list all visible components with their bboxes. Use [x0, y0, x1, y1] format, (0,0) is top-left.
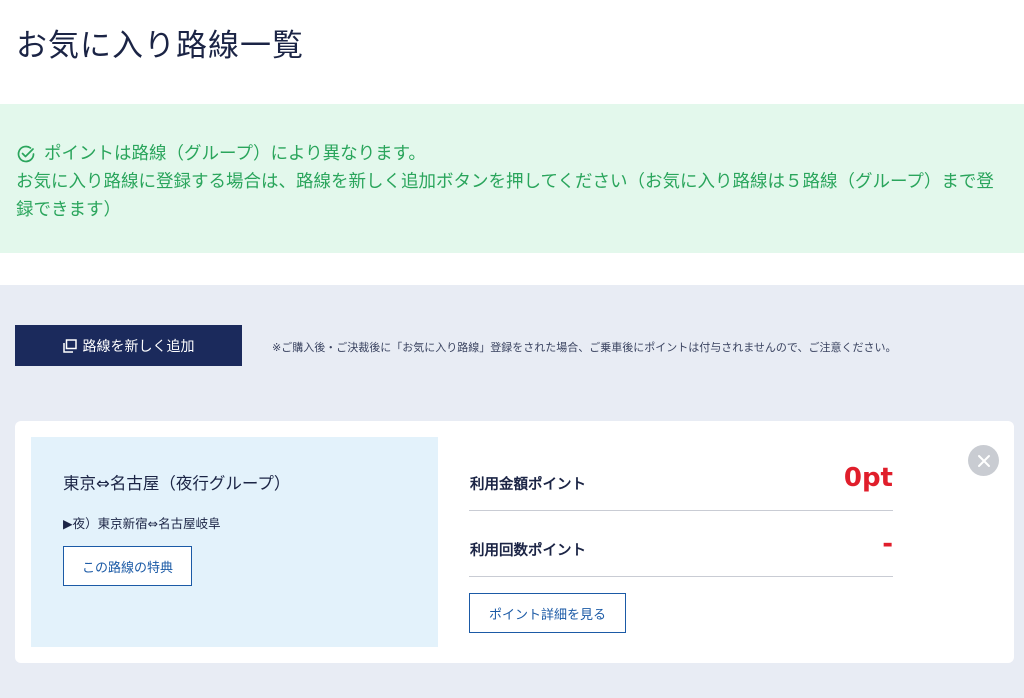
count-point-value: - — [882, 529, 893, 559]
route-detail: ▶夜）東京新宿⇔名古屋岐阜 — [63, 516, 221, 531]
notice-line-1: ポイントは路線（グループ）により異なります。 — [16, 140, 1008, 168]
amount-point-value: 0pt — [843, 463, 893, 493]
route-panel: 東京⇔名古屋（夜行グループ） ▶夜）東京新宿⇔名古屋岐阜 この路線の特典 — [31, 437, 438, 647]
favorites-area: 路線を新しく追加 ※ご購入後・ご決裁後に「お気に入り路線」登録をされた場合、ご乗… — [0, 285, 1024, 698]
count-point-label: 利用回数ポイント — [470, 543, 586, 559]
route-benefit-button[interactable]: この路線の特典 — [63, 546, 192, 586]
add-route-label: 路線を新しく追加 — [82, 338, 195, 355]
notice-text-1: ポイントは路線（グループ）により異なります。 — [44, 144, 426, 164]
favorite-route-card: 東京⇔名古屋（夜行グループ） ▶夜）東京新宿⇔名古屋岐阜 この路線の特典 利用金… — [15, 421, 1014, 663]
caution-text: ※ご購入後・ご決裁後に「お気に入り路線」登録をされた場合、ご乗車後にポイントは付… — [272, 341, 897, 354]
point-detail-button[interactable]: ポイント詳細を見る — [469, 593, 626, 633]
add-window-icon — [62, 338, 77, 353]
page-title: お気に入り路線一覧 — [16, 28, 304, 64]
route-name: 東京⇔名古屋（夜行グループ） — [63, 474, 291, 493]
notice-banner: ポイントは路線（グループ）により異なります。 お気に入り路線に登録する場合は、路… — [0, 104, 1024, 253]
check-circle-icon — [17, 145, 35, 163]
count-point-row: 利用回数ポイント - — [469, 511, 893, 577]
remove-route-button[interactable] — [968, 445, 999, 476]
close-icon — [977, 454, 990, 467]
amount-point-row: 利用金額ポイント 0pt — [469, 445, 893, 511]
add-route-button[interactable]: 路線を新しく追加 — [15, 325, 242, 366]
amount-point-label: 利用金額ポイント — [470, 477, 586, 493]
notice-text-2: お気に入り路線に登録する場合は、路線を新しく追加ボタンを押してください（お気に入… — [16, 172, 994, 220]
